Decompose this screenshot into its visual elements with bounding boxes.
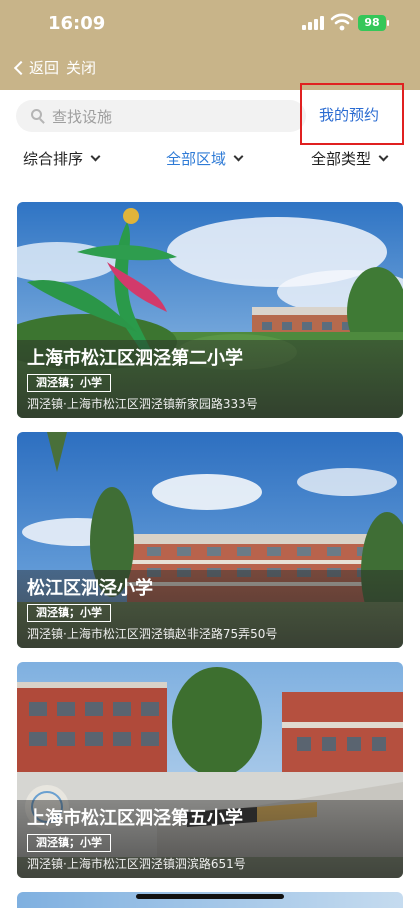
filter-area-label: 全部区域 (166, 150, 227, 168)
top-bar: 16:09 98 返回 关闭 (0, 0, 420, 90)
wifi-icon (330, 13, 354, 31)
card-title: 上海市松江区泗泾第五小学 (27, 808, 243, 829)
card-address: 泗泾镇·上海市松江区泗泾镇新家园路333号 (27, 397, 258, 411)
facility-card[interactable]: 上海市松江区泗泾第二小学 泗泾镇；小学 泗泾镇·上海市松江区泗泾镇新家园路333… (17, 202, 403, 418)
status-bar: 16:09 98 (0, 0, 420, 46)
search-icon (31, 109, 42, 120)
battery-icon: 98 (358, 15, 389, 31)
search-input[interactable]: 查找设施 (16, 100, 306, 132)
search-row: 查找设施 我的预约 (0, 83, 420, 145)
card-tag: 泗泾镇；小学 (27, 374, 111, 392)
filter-bar: 综合排序 全部区域 全部类型 (0, 140, 420, 176)
facility-card[interactable]: 松江区泗泾小学 泗泾镇；小学 泗泾镇·上海市松江区泗泾镇赵非泾路75弄50号 (17, 432, 403, 648)
card-tag: 泗泾镇；小学 (27, 604, 111, 622)
my-reservations-button[interactable]: 我的预约 (300, 83, 404, 145)
close-button[interactable]: 关闭 (66, 57, 96, 78)
search-placeholder: 查找设施 (52, 108, 113, 126)
my-reservations-label: 我的预约 (319, 106, 380, 124)
home-indicator (136, 894, 284, 899)
back-label: 返回 (29, 59, 60, 77)
chevron-left-icon (13, 60, 29, 75)
cellular-signal-icon (302, 16, 324, 30)
card-title: 松江区泗泾小学 (27, 578, 153, 599)
nav-bar: 返回 关闭 (0, 56, 420, 82)
status-time: 16:09 (48, 13, 106, 34)
card-tag: 泗泾镇；小学 (27, 834, 111, 852)
chevron-down-icon (233, 151, 244, 162)
card-address: 泗泾镇·上海市松江区泗泾镇泗滨路651号 (27, 857, 246, 871)
chevron-down-icon (378, 151, 389, 162)
card-address: 泗泾镇·上海市松江区泗泾镇赵非泾路75弄50号 (27, 627, 278, 641)
filter-type-label: 全部类型 (311, 150, 372, 168)
filter-sort[interactable]: 综合排序 (23, 148, 101, 169)
back-button[interactable]: 返回 (13, 57, 60, 78)
chevron-down-icon (90, 151, 101, 162)
filter-area[interactable]: 全部区域 (166, 148, 244, 169)
filter-sort-label: 综合排序 (23, 150, 84, 168)
filter-type[interactable]: 全部类型 (311, 148, 389, 169)
facility-card[interactable]: 上海市松江区泗泾第五小学 泗泾镇；小学 泗泾镇·上海市松江区泗泾镇泗滨路651号 (17, 662, 403, 878)
card-title: 上海市松江区泗泾第二小学 (27, 348, 243, 369)
